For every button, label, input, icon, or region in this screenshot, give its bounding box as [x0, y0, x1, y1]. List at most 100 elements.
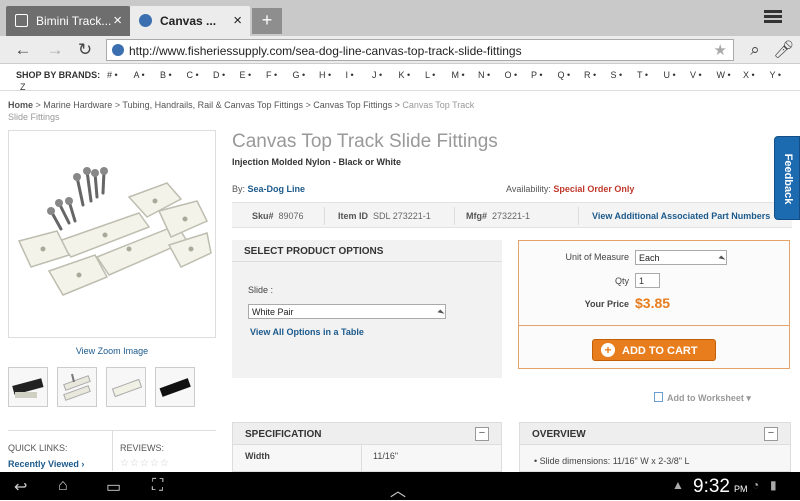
thumbnail-white-set[interactable]	[57, 367, 97, 407]
product-title: Canvas Top Track Slide Fittings	[232, 131, 498, 152]
plus-icon: +	[601, 343, 615, 357]
brand-letter-a[interactable]: A •	[134, 70, 161, 80]
brand-letter-j[interactable]: J •	[372, 70, 399, 80]
quick-links-section: QUICK LINKS: REVIEWS: Recently Viewed › …	[8, 430, 216, 471]
qty-input[interactable]: 1	[635, 273, 660, 288]
reload-icon[interactable]: ↻	[74, 40, 96, 60]
brands-label: SHOP BY BRANDS:	[16, 70, 101, 80]
battery-icon: ▮	[770, 478, 777, 492]
breadcrumb: Home > Marine Hardware > Tubing, Handrai…	[8, 100, 475, 122]
back-arrow-icon[interactable]: ←	[12, 40, 34, 60]
brand-line: By: Sea-Dog Line	[232, 184, 306, 194]
uom-label: Unit of Measure	[565, 252, 629, 262]
feedback-tab[interactable]: Feedback	[774, 136, 800, 220]
recent-apps-icon[interactable]: ▭	[106, 477, 121, 497]
tab-strip: Bimini Track... × Canvas ... × +	[0, 0, 800, 36]
brand-letter-q[interactable]: Q •	[558, 70, 585, 80]
product-subtitle: Injection Molded Nylon - Black or White	[232, 157, 402, 167]
breadcrumb-home[interactable]: Home	[8, 100, 33, 110]
brand-letter-hash[interactable]: # •	[107, 70, 134, 80]
brand-letter-d[interactable]: D •	[213, 70, 240, 80]
forward-arrow-icon[interactable]: →	[44, 40, 66, 60]
brand-letter-f[interactable]: F •	[266, 70, 293, 80]
close-icon[interactable]: ×	[113, 12, 122, 29]
tab-title: Bimini Track...	[36, 14, 112, 28]
uom-select[interactable]: Each	[635, 250, 727, 265]
dropdown-arrow-icon	[437, 309, 445, 317]
options-header: SELECT PRODUCT OPTIONS	[232, 240, 502, 262]
brand-letter-n[interactable]: N •	[478, 70, 505, 80]
page-favicon-icon	[15, 14, 28, 27]
breadcrumb-item[interactable]: Canvas Top Fittings	[313, 100, 392, 110]
brand-link[interactable]: Sea-Dog Line	[248, 184, 306, 194]
brand-letter-g[interactable]: G •	[293, 70, 320, 80]
overflow-menu-icon[interactable]	[764, 10, 782, 24]
microphone-icon[interactable]: 🎤︎	[773, 40, 795, 60]
recently-viewed-link[interactable]: Recently Viewed ›	[8, 459, 84, 469]
cart-panel: Unit of Measure Each Qty 1 Your Price $3…	[518, 240, 790, 369]
breadcrumb-item[interactable]: Tubing, Handrails, Rail & Canvas Top Fit…	[122, 100, 303, 110]
view-part-numbers-link[interactable]: View Additional Associated Part Numbers	[592, 211, 770, 221]
sku-row: Sku# 89076 Item ID SDL 273221-1 Mfg# 273…	[232, 202, 792, 228]
new-tab-button[interactable]: +	[252, 8, 282, 34]
thumbnail-black-single[interactable]	[155, 367, 195, 407]
brand-letter-r[interactable]: R •	[584, 70, 611, 80]
tab-title: Canvas ...	[160, 14, 217, 28]
clock-time: 9:32	[693, 476, 730, 497]
thumbnail-white[interactable]	[106, 367, 146, 407]
thumbnail-black[interactable]	[8, 367, 48, 407]
search-icon[interactable]: ⌕	[744, 40, 766, 60]
back-nav-icon[interactable]: ↩	[14, 477, 27, 497]
tab-canvas[interactable]: Canvas ... ×	[130, 6, 250, 36]
home-nav-icon[interactable]: ⌂	[58, 477, 68, 495]
brand-letter-y[interactable]: Y •	[770, 70, 797, 80]
tab-bimini-track[interactable]: Bimini Track... ×	[6, 6, 130, 36]
brand-letter-e[interactable]: E •	[240, 70, 267, 80]
product-image[interactable]	[8, 130, 216, 338]
add-to-worksheet-link[interactable]: Add to Worksheet ▾	[654, 392, 751, 404]
specification-header: SPECIFICATION	[245, 429, 322, 440]
brand-letter-x[interactable]: X •	[743, 70, 770, 80]
collapse-icon[interactable]: −	[475, 427, 489, 441]
price-label: Your Price	[584, 299, 629, 309]
mfg-number: Mfg# 273221-1	[466, 211, 531, 221]
slide-select[interactable]: White Pair	[248, 304, 446, 319]
overview-header: OVERVIEW	[532, 429, 586, 440]
view-zoom-image-link[interactable]: View Zoom Image	[8, 346, 216, 356]
brand-letter-u[interactable]: U •	[664, 70, 691, 80]
brand-letter-s[interactable]: S •	[611, 70, 638, 80]
quick-links-label: QUICK LINKS:	[8, 443, 68, 453]
chevron-up-icon[interactable]: ︿	[390, 477, 406, 501]
brand-letter-c[interactable]: C •	[187, 70, 214, 80]
breadcrumb-item[interactable]: Marine Hardware	[43, 100, 112, 110]
collapse-icon[interactable]: −	[764, 427, 778, 441]
bookmark-star-icon[interactable]: ★	[714, 41, 727, 59]
brand-letter-v[interactable]: V •	[690, 70, 717, 80]
brand-letter-p[interactable]: P •	[531, 70, 558, 80]
globe-icon	[139, 14, 152, 27]
brand-letter-h[interactable]: H •	[319, 70, 346, 80]
add-to-cart-button[interactable]: + ADD TO CART	[592, 339, 716, 361]
globe-icon	[112, 44, 124, 56]
brand-letter-i[interactable]: I •	[346, 70, 373, 80]
overview-section: OVERVIEW − • Slide dimensions: 11/16" W …	[519, 422, 791, 472]
brand-letter-w[interactable]: W •	[717, 70, 744, 80]
close-icon[interactable]: ×	[233, 12, 242, 29]
brand-letter-o[interactable]: O •	[505, 70, 532, 80]
brand-letter-l[interactable]: L •	[425, 70, 452, 80]
clock-ampm: PM	[734, 484, 748, 494]
brand-letter-list: # • A • B • C • D • E • F • G • H • I • J • K • L • M…	[107, 70, 796, 80]
address-bar[interactable]: http://www.fisheriessupply.com/sea-dog-l…	[106, 39, 734, 61]
shop-by-brands-bar: SHOP BY BRANDS: # • A • B • C • D • E • F • G •…	[0, 65, 800, 92]
system-nav-bar: ↩ ⌂ ▭ ⛶ ︿ ▲ 9:32 PM ◔ ▮	[0, 472, 800, 500]
specification-section: SPECIFICATION − Width 11/16"	[232, 422, 502, 473]
sku-number: Sku# 89076	[252, 211, 304, 221]
brand-letter-k[interactable]: K •	[399, 70, 426, 80]
brand-letter-z[interactable]: Z	[20, 82, 26, 92]
screenshot-icon[interactable]: ⛶	[152, 477, 163, 495]
view-options-table-link[interactable]: View All Options in a Table	[250, 327, 364, 337]
brand-letter-b[interactable]: B •	[160, 70, 187, 80]
spec-key: Width	[245, 451, 270, 461]
brand-letter-t[interactable]: T •	[637, 70, 664, 80]
brand-letter-m[interactable]: M •	[452, 70, 479, 80]
